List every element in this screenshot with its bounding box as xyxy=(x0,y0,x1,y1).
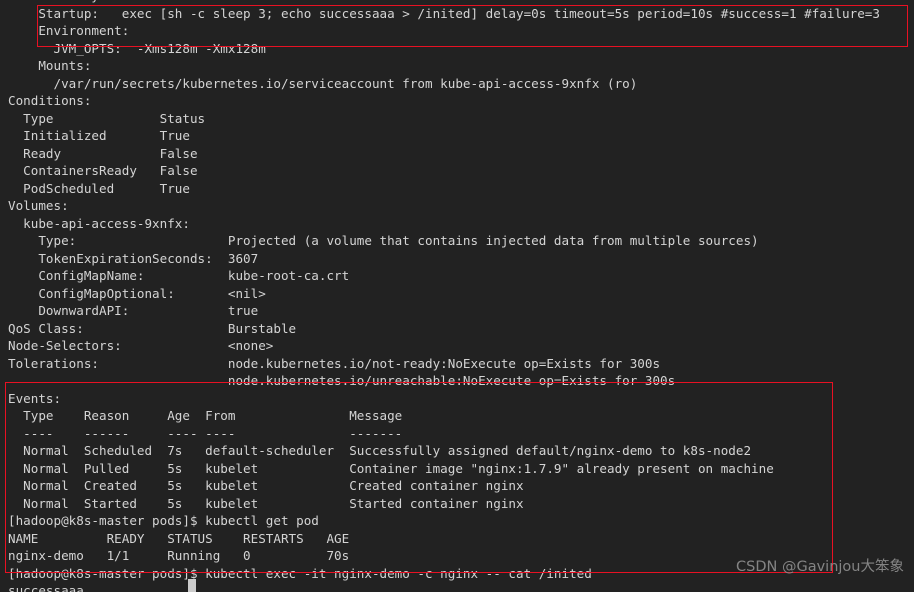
terminal-line: ConfigMapName: kube-root-ca.crt xyxy=(8,268,350,283)
terminal-line: TokenExpirationSeconds: 3607 xyxy=(8,250,259,266)
terminal-line: DownwardAPI: true xyxy=(8,303,259,318)
terminal-line: ---- ------ ---- ---- ------- xyxy=(8,425,403,441)
terminal-line: Ready False xyxy=(8,145,198,161)
terminal-line: node.kubernetes.io/unreachable:NoExecute… xyxy=(8,373,676,388)
terminal-line: Type Status xyxy=(8,110,206,126)
terminal-line: Initialized True xyxy=(8,128,190,143)
terminal-line: Events: xyxy=(8,390,62,406)
watermark-text: CSDN @Gavinjou大笨象 xyxy=(736,559,904,575)
terminal-window[interactable]: Memory: 128Mi Startup: exec [sh -c sleep… xyxy=(0,0,914,592)
terminal-output: Memory: 128Mi Startup: exec [sh -c sleep… xyxy=(0,0,914,592)
terminal-line: Normal Pulled 5s kubelet Container image… xyxy=(8,460,774,476)
terminal-line: JVM_OPTS: -Xms128m -Xmx128m xyxy=(8,40,266,56)
terminal-line: Type Reason Age From Message xyxy=(8,408,403,423)
terminal-line: Volumes: xyxy=(8,198,69,213)
terminal-line: Conditions: xyxy=(8,93,92,108)
terminal-line: Startup: exec [sh -c sleep 3; echo succe… xyxy=(8,5,880,21)
terminal-line: Environment: xyxy=(8,23,130,38)
terminal-line: Normal Created 5s kubelet Created contai… xyxy=(8,478,524,493)
terminal-line: Mounts: xyxy=(8,58,92,73)
terminal-line: ConfigMapOptional: <nil> xyxy=(8,285,266,301)
terminal-line: PodScheduled True xyxy=(8,180,190,196)
terminal-line: successaaa xyxy=(8,583,84,592)
terminal-line: Normal Started 5s kubelet Started contai… xyxy=(8,495,524,511)
terminal-line: /var/run/secrets/kubernetes.io/serviceac… xyxy=(8,75,638,91)
terminal-line: [hadoop@k8s-master pods]$ kubectl get po… xyxy=(8,513,319,528)
terminal-line: ContainersReady False xyxy=(8,163,198,178)
terminal-line: Normal Scheduled 7s default-scheduler Su… xyxy=(8,443,752,458)
terminal-line: QoS Class: Burstable xyxy=(8,320,297,336)
terminal-line: kube-api-access-9xnfx: xyxy=(8,215,190,231)
terminal-line: Tolerations: node.kubernetes.io/not-read… xyxy=(8,355,661,371)
terminal-line: NAME READY STATUS RESTARTS AGE xyxy=(8,530,350,546)
terminal-line: Type: Projected (a volume that contains … xyxy=(8,233,759,248)
terminal-cursor xyxy=(188,578,196,592)
terminal-line: Node-Selectors: <none> xyxy=(8,338,274,353)
